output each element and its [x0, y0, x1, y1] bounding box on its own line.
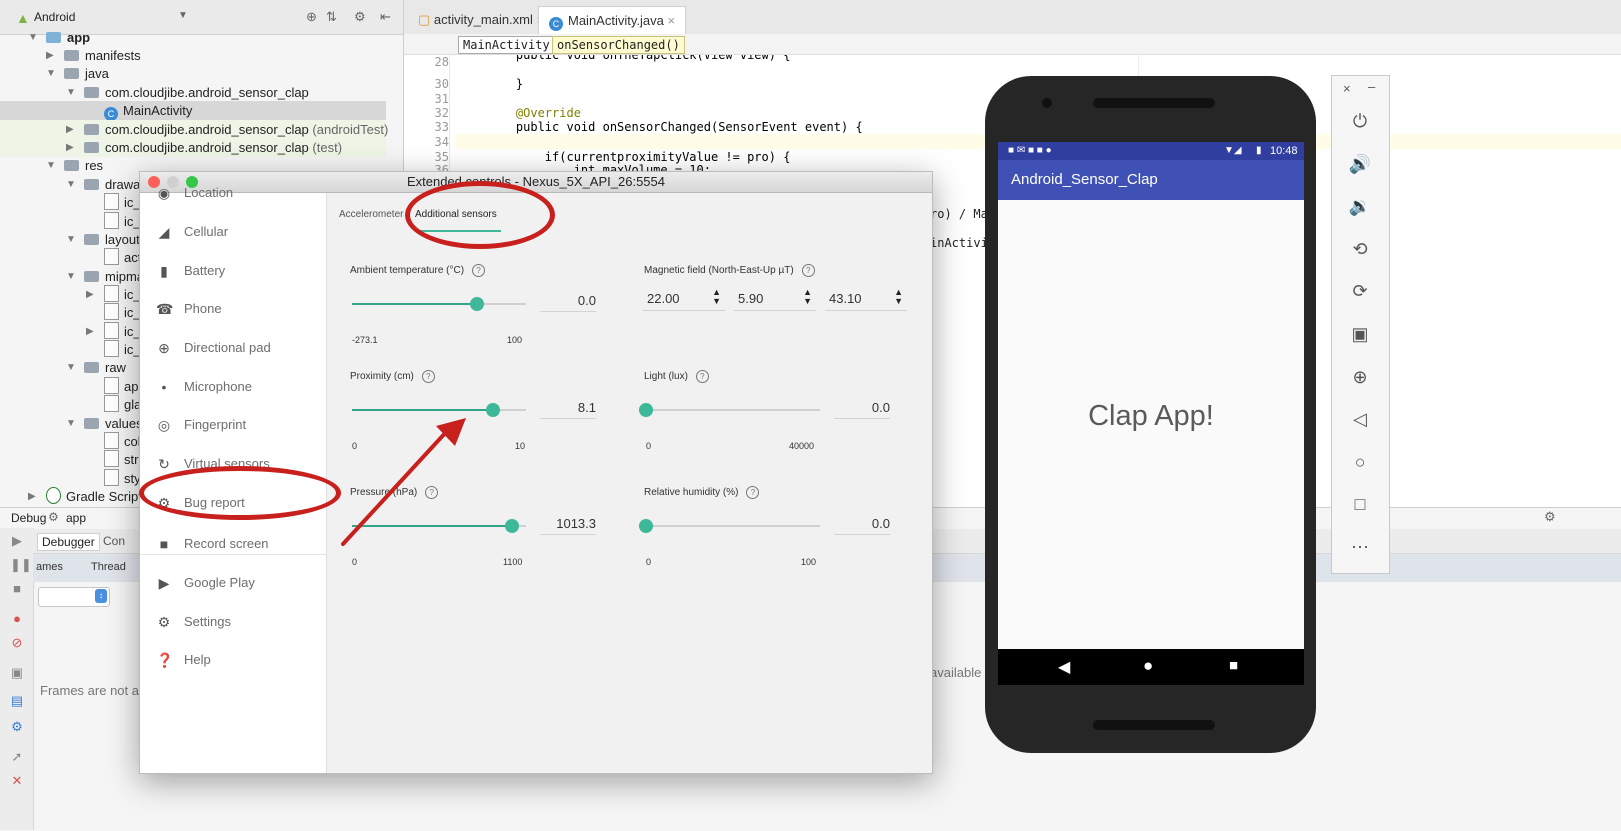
annotation-arrow: [341, 418, 466, 546]
arrow-shaft: [341, 428, 450, 546]
arrow-head: [436, 418, 466, 446]
